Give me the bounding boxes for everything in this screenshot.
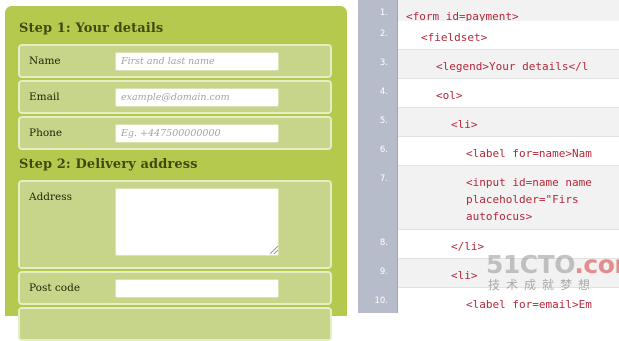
address-row: Address — [18, 180, 332, 269]
line-number: 3. — [379, 58, 388, 68]
line-number: 6. — [379, 145, 388, 155]
email-label: Email — [29, 91, 60, 103]
name-label: Name — [29, 55, 61, 67]
textarea-resize-handle[interactable] — [270, 246, 278, 254]
line-number: 5. — [379, 116, 388, 126]
email-input[interactable] — [115, 88, 279, 107]
code-text: <ol> — [436, 89, 463, 102]
line-number: 10. — [374, 296, 388, 306]
watermark-tagline: 技术成就梦想 — [488, 278, 597, 292]
code-line: 5. <li> — [358, 108, 619, 137]
name-row: Name — [18, 44, 332, 78]
phone-label: Phone — [29, 127, 63, 139]
code-text: <label for=name>Nam — [466, 147, 592, 160]
postcode-label: Post code — [29, 282, 81, 294]
step1-title: Step 1: Your details — [19, 21, 164, 36]
line-number: 1. — [379, 8, 388, 18]
line-number: 2. — [379, 29, 388, 39]
code-text: <legend>Your details</l — [436, 60, 589, 73]
code-line: 4. <ol> — [358, 79, 619, 108]
line-number: 9. — [379, 267, 388, 277]
code-text: <fieldset> — [421, 31, 488, 44]
step2-title: Step 2: Delivery address — [19, 157, 198, 172]
watermark-logo: 51CTO.com 技术成就梦想 — [486, 250, 619, 293]
code-text: <label for=email>Em — [466, 298, 592, 311]
watermark-brand: 51CTO — [486, 250, 575, 279]
next-row — [18, 307, 332, 341]
code-line: 3. <legend>Your details</l — [358, 50, 619, 79]
phone-input[interactable] — [115, 124, 279, 143]
postcode-row: Post code — [18, 271, 332, 305]
address-textarea[interactable] — [115, 188, 279, 256]
phone-row: Phone — [18, 116, 332, 150]
watermark-suffix: .com — [574, 250, 619, 279]
line-number: 7. — [379, 174, 388, 184]
address-label: Address — [29, 191, 73, 203]
name-input[interactable] — [115, 52, 279, 71]
postcode-input[interactable] — [115, 279, 279, 298]
email-row: Email — [18, 80, 332, 114]
code-line: 2. <fieldset> — [358, 21, 619, 50]
line-number: 8. — [379, 238, 388, 248]
code-text: <input id=name name placeholder="Firs au… — [466, 176, 592, 223]
code-text: <li> — [451, 118, 478, 131]
payment-form: Step 1: Your details Name Email Phone St… — [5, 6, 347, 341]
code-line: 6. <label for=name>Nam — [358, 137, 619, 166]
line-number: 4. — [379, 87, 388, 97]
code-text: <li> — [451, 269, 478, 282]
code-text: </li> — [451, 240, 485, 253]
code-line: 7. <input id=name name placeholder="Firs… — [358, 166, 619, 230]
